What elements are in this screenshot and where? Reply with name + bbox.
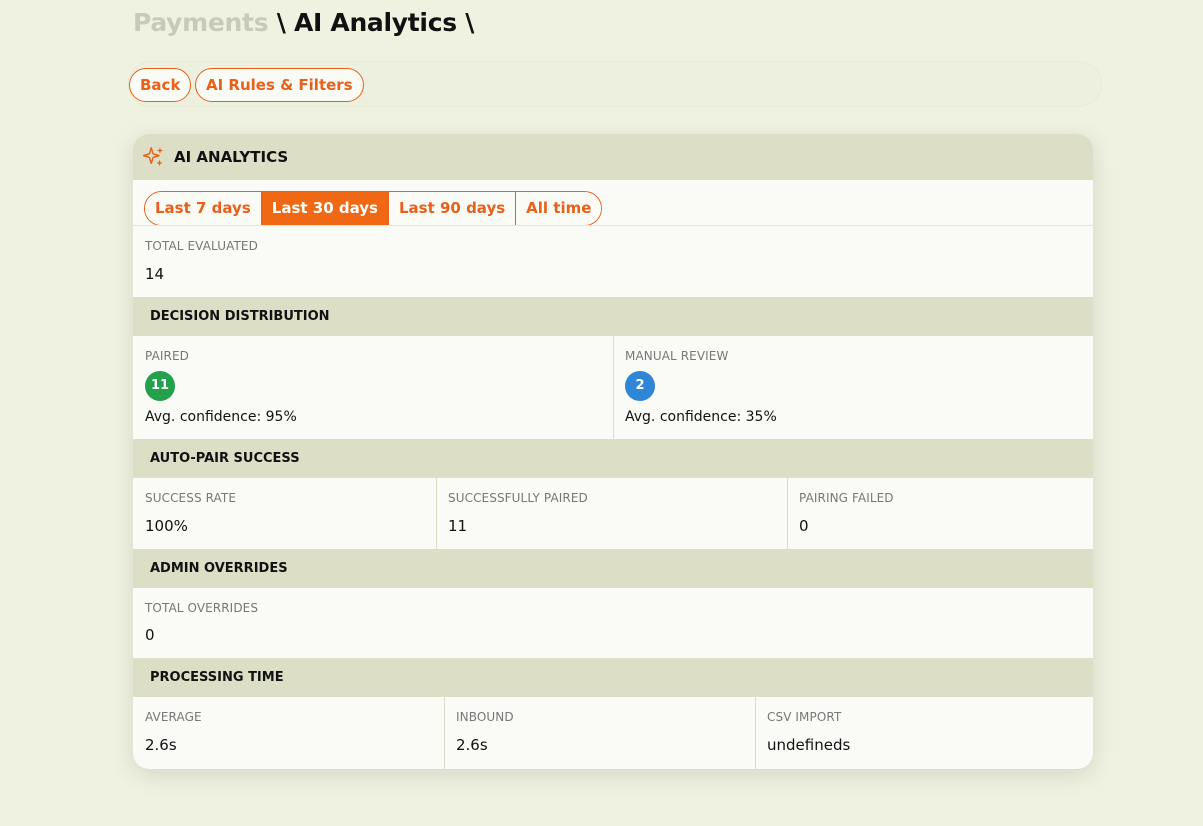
divider bbox=[444, 697, 445, 769]
divider bbox=[755, 697, 756, 769]
manual-review-count-badge: 2 bbox=[625, 371, 655, 401]
breadcrumb-separator: \ bbox=[268, 8, 294, 37]
csv-import-time-value: undefineds bbox=[767, 736, 851, 754]
admin-overrides-header: ADMIN OVERRIDES bbox=[133, 549, 1093, 588]
breadcrumb-parent[interactable]: Payments bbox=[133, 8, 269, 37]
card-title: AI ANALYTICS bbox=[174, 148, 289, 166]
sparkle-icon bbox=[143, 147, 164, 167]
card-header: AI ANALYTICS bbox=[133, 134, 1093, 180]
breadcrumb-separator: \ bbox=[456, 8, 475, 37]
csv-import-time-label: CSV IMPORT bbox=[767, 710, 842, 724]
average-time-value: 2.6s bbox=[145, 736, 177, 754]
divider bbox=[613, 336, 614, 439]
pairing-failed-value: 0 bbox=[799, 517, 809, 535]
total-evaluated-value: 14 bbox=[145, 265, 165, 283]
successfully-paired-label: SUCCESSFULLY PAIRED bbox=[448, 491, 588, 505]
pairing-failed-label: PAIRING FAILED bbox=[799, 491, 894, 505]
manual-review-label: MANUAL REVIEW bbox=[625, 349, 729, 363]
total-overrides-label: TOTAL OVERRIDES bbox=[145, 601, 259, 615]
toolbar: Back AI Rules & Filters bbox=[128, 61, 1102, 107]
total-evaluated-label: TOTAL EVALUATED bbox=[145, 239, 258, 253]
manual-review-confidence: Avg. confidence: 35% bbox=[625, 409, 777, 425]
total-overrides-value: 0 bbox=[145, 626, 155, 644]
divider bbox=[787, 478, 788, 549]
range-last-30-days[interactable]: Last 30 days bbox=[261, 192, 389, 225]
range-last-7-days[interactable]: Last 7 days bbox=[145, 192, 262, 225]
paired-confidence: Avg. confidence: 95% bbox=[145, 409, 297, 425]
range-all-time[interactable]: All time bbox=[516, 192, 602, 225]
auto-pair-success-header: AUTO-PAIR SUCCESS bbox=[133, 439, 1093, 478]
paired-label: PAIRED bbox=[145, 349, 189, 363]
successfully-paired-value: 11 bbox=[448, 517, 468, 535]
inbound-time-value: 2.6s bbox=[456, 736, 488, 754]
date-range-selector: Last 7 days Last 30 days Last 90 days Al… bbox=[144, 191, 603, 226]
success-rate-value: 100% bbox=[145, 517, 188, 535]
divider bbox=[133, 225, 1093, 226]
breadcrumb: Payments \ AI Analytics \ bbox=[133, 8, 474, 37]
breadcrumb-current: AI Analytics bbox=[293, 8, 457, 37]
processing-time-header: PROCESSING TIME bbox=[133, 658, 1093, 697]
ai-rules-filters-button[interactable]: AI Rules & Filters bbox=[195, 68, 364, 102]
divider bbox=[436, 478, 437, 549]
average-time-label: AVERAGE bbox=[145, 710, 202, 724]
range-last-90-days[interactable]: Last 90 days bbox=[388, 192, 517, 225]
decision-distribution-header: DECISION DISTRIBUTION bbox=[133, 297, 1093, 336]
back-button[interactable]: Back bbox=[129, 68, 192, 102]
success-rate-label: SUCCESS RATE bbox=[145, 491, 237, 505]
paired-count-badge: 11 bbox=[145, 371, 175, 401]
inbound-time-label: INBOUND bbox=[456, 710, 514, 724]
ai-analytics-card: AI ANALYTICS Last 7 days Last 30 days La… bbox=[133, 134, 1093, 769]
